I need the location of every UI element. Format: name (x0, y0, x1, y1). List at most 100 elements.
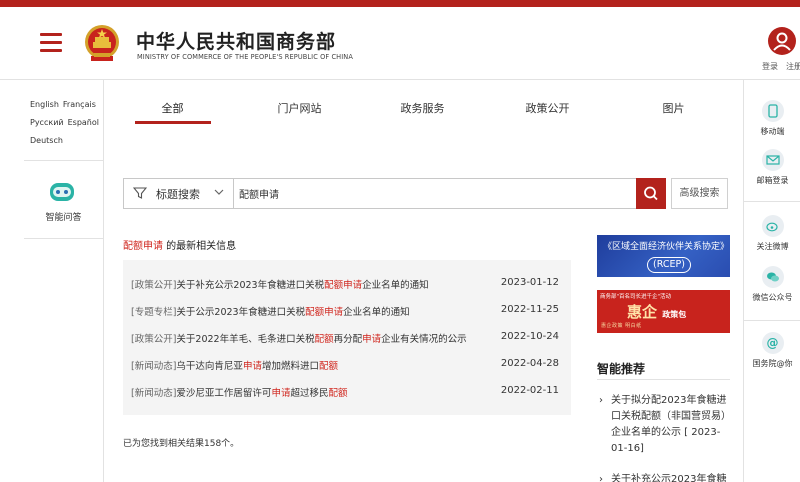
wechat-link[interactable]: 微信公众号 (744, 266, 800, 303)
policy-package-banner[interactable]: 商务部"百名司长进千企"活动 惠企 政策包 惠企政策 明白纸 (597, 290, 730, 333)
policy-banner-top: 商务部"百名司长进千企"活动 (600, 294, 672, 300)
rcep-banner-tag: (RCEP) (647, 257, 691, 273)
weibo-link[interactable]: 关注微博 (744, 215, 800, 252)
language-switcher: English Français Русский Español Deutsch (30, 96, 100, 150)
result-row[interactable]: [新闻动态]乌干达向肯尼亚申请增加燃料进口配额 2022-04-28 (123, 353, 571, 379)
result-count: 已为您找到相关结果158个。 (123, 439, 240, 449)
chevron-down-icon (214, 189, 224, 195)
weibo-label: 关注微博 (756, 242, 789, 251)
chevron-right-icon: › (599, 395, 603, 406)
active-tab-indicator (135, 121, 211, 124)
login-link[interactable]: 登录 (762, 61, 778, 72)
result-title[interactable]: [政策公开]关于补充公示2023年食糖进口关税配额申请企业名单的通知 (131, 277, 429, 291)
at-icon: @ (761, 332, 784, 354)
assistant-label[interactable]: 智能问答 (24, 210, 103, 223)
site-title[interactable]: 中华人民共和国商务部 (136, 27, 336, 54)
smart-recommend-title: 智能推荐 (597, 362, 646, 376)
lang-spanish[interactable]: Español (68, 118, 99, 127)
result-title[interactable]: [政策公开]关于2022年羊毛、毛条进口关税配额再分配申请企业有关情况的公示 (131, 331, 467, 345)
result-highlight: 申请 (271, 388, 291, 399)
result-date: 2022-11-25 (500, 304, 559, 315)
smart-item-text: 关于拟分配2023年食糖进口关税配额（非国营贸易）企业名单的公示 [ 2023-… (611, 395, 731, 454)
weibo-icon (761, 215, 784, 237)
result-text: 关于公示2023年食糖进口关税 (176, 307, 306, 318)
result-text: 企业名单的通知 (362, 280, 429, 291)
lang-german[interactable]: Deutsch (30, 136, 63, 145)
result-row[interactable]: [专题专栏]关于公示2023年食糖进口关税配额申请企业名单的通知 2022-11-… (123, 299, 571, 325)
result-date: 2023-01-12 (500, 277, 559, 288)
tab-services[interactable]: 政务服务 (385, 100, 460, 116)
result-row[interactable]: [新闻动态]爱沙尼亚工作居留许可申请超过移民配额 2022-02-11 (123, 380, 571, 406)
category-tabs: 全部 门户网站 政务服务 政策公开 图片 (135, 100, 725, 125)
result-text: 企业名单的通知 (343, 307, 410, 318)
register-link[interactable]: 注册 (786, 61, 800, 72)
tab-portal[interactable]: 门户网站 (262, 100, 337, 116)
menu-icon[interactable] (40, 33, 62, 53)
search-scope-dropdown[interactable]: 标题搜索 (124, 179, 234, 208)
mobile-link[interactable]: 移动端 (744, 100, 800, 137)
results-list: [政策公开]关于补充公示2023年食糖进口关税配额申请企业名单的通知 2023-0… (123, 260, 571, 415)
divider (24, 160, 103, 161)
right-sidebar: 移动端 邮箱登录 关注微博 微信公众号 @ 国务院@你 (743, 80, 800, 482)
results-heading: 配额申请 的最新相关信息 (123, 237, 236, 252)
advanced-search-button[interactable]: 高级搜索 (671, 178, 728, 209)
divider (744, 201, 800, 202)
result-highlight: 配额 (318, 361, 338, 372)
result-text: 关于2022年羊毛、毛条进口关税 (176, 334, 315, 345)
result-category: [专题专栏] (131, 307, 177, 318)
search-icon (644, 186, 658, 201)
policy-banner-bottom: 惠企政策 明白纸 (601, 323, 642, 329)
results-heading-suffix: 的最新相关信息 (163, 241, 237, 252)
mail-login-link[interactable]: 邮箱登录 (744, 149, 800, 186)
policy-banner-sub: 政策包 (662, 310, 687, 319)
policy-banner-main: 惠企 政策包 (627, 301, 686, 322)
divider (597, 379, 730, 380)
search-button[interactable] (636, 178, 666, 209)
user-avatar-icon[interactable] (768, 27, 796, 55)
result-text: 增加燃料进口 (261, 361, 319, 372)
rcep-banner[interactable]: 《区域全面经济伙伴关系协定》 (RCEP) (597, 235, 730, 277)
tab-all[interactable]: 全部 (135, 100, 210, 116)
wechat-label: 微信公众号 (752, 293, 793, 302)
top-accent-bar (0, 0, 800, 7)
result-highlight: 申请 (362, 334, 382, 345)
tab-policy[interactable]: 政策公开 (510, 100, 585, 116)
robot-icon[interactable] (48, 180, 76, 204)
rcep-banner-title: 《区域全面经济伙伴关系协定》 (603, 242, 730, 252)
national-emblem-icon[interactable] (82, 23, 122, 65)
result-category: [新闻动态] (131, 361, 177, 372)
result-highlight: 申请 (242, 361, 262, 372)
chevron-right-icon: › (599, 474, 603, 482)
result-highlight: 配额申请 (305, 307, 344, 318)
result-text: 爱沙尼亚工作居留许可 (176, 388, 272, 399)
left-sidebar: English Français Русский Español Deutsch 智… (24, 80, 104, 482)
result-title[interactable]: [新闻动态]乌干达向肯尼亚申请增加燃料进口配额 (131, 358, 338, 372)
result-date: 2022-02-11 (500, 385, 559, 396)
lang-russian[interactable]: Русский (30, 118, 64, 127)
search-scope-label: 标题搜索 (156, 188, 200, 201)
result-highlight: 配额申请 (324, 280, 363, 291)
result-title[interactable]: [新闻动态]爱沙尼亚工作居留许可申请超过移民配额 (131, 385, 347, 399)
result-row[interactable]: [政策公开]关于补充公示2023年食糖进口关税配额申请企业名单的通知 2023-0… (123, 272, 571, 298)
filter-icon (133, 187, 147, 199)
result-category: [政策公开] (131, 280, 177, 291)
result-text: 乌干达向肯尼亚 (176, 361, 243, 372)
result-category: [新闻动态] (131, 388, 177, 399)
result-date: 2022-04-28 (500, 358, 559, 369)
state-council-link[interactable]: @ 国务院@你 (744, 332, 800, 369)
tab-images[interactable]: 图片 (636, 100, 711, 116)
lang-english[interactable]: English (30, 100, 59, 109)
result-date: 2022-10-24 (500, 331, 559, 342)
result-row[interactable]: [政策公开]关于2022年羊毛、毛条进口关税配额再分配申请企业有关情况的公示 20… (123, 326, 571, 352)
mobile-label: 移动端 (760, 127, 785, 136)
result-title[interactable]: [专题专栏]关于公示2023年食糖进口关税配额申请企业名单的通知 (131, 304, 410, 318)
result-text: 再分配 (333, 334, 363, 345)
result-text: 超过移民 (290, 388, 329, 399)
mail-icon (761, 149, 784, 171)
result-highlight: 配额 (328, 388, 348, 399)
result-text: 企业有关情况的公示 (381, 334, 467, 345)
search-input[interactable] (236, 182, 631, 205)
policy-banner-main-text: 惠企 (627, 303, 658, 321)
lang-french[interactable]: Français (63, 100, 96, 109)
mobile-icon (761, 100, 784, 122)
